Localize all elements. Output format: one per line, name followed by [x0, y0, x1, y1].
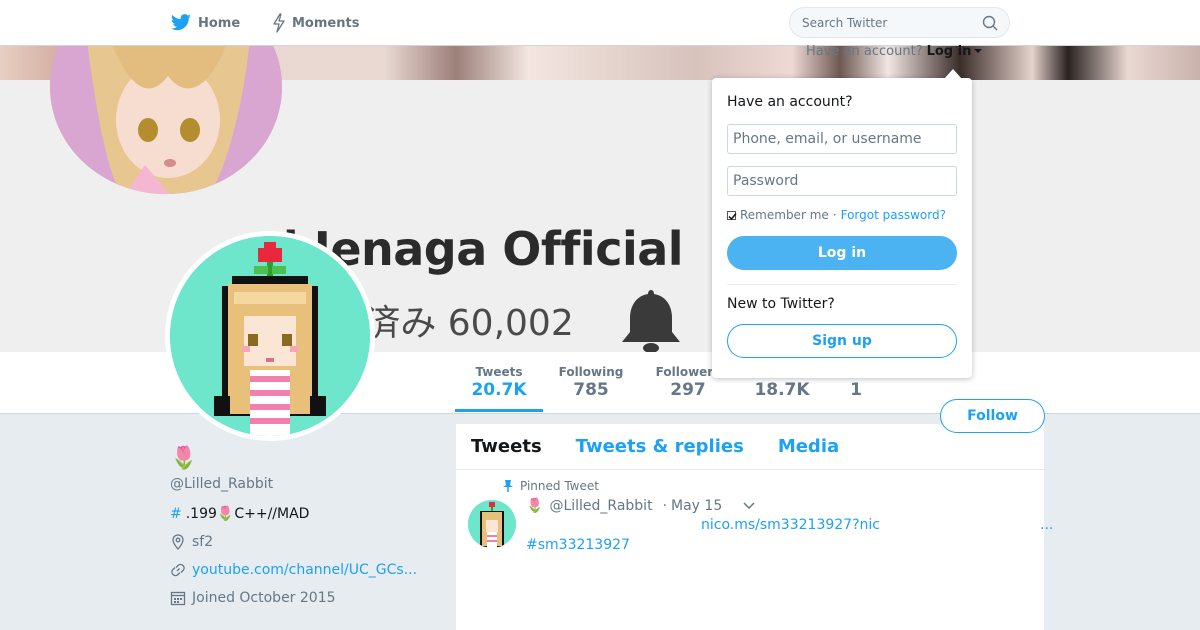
- login-toggle-prefix: Have an account?: [806, 44, 923, 59]
- tweet-separator: ·: [662, 498, 668, 514]
- profile-url-link[interactable]: youtube.com/channel/UC_GCs...: [192, 562, 417, 578]
- avatar-pixel-art: [170, 236, 370, 436]
- bell-icon: [622, 290, 680, 352]
- search-box: [789, 7, 1010, 38]
- tweet-author-handle[interactable]: @Lilled_Rabbit: [549, 498, 652, 514]
- login-toggle-label: Log in: [926, 44, 972, 59]
- nav-home[interactable]: Home: [170, 0, 240, 46]
- login-question: Have an account?: [727, 94, 853, 110]
- bio-text: .199🌷C++//MAD: [185, 506, 310, 522]
- profile-avatar[interactable]: [165, 231, 375, 441]
- banner-character-art: [50, 46, 282, 194]
- tweet-link-ellipsis[interactable]: ...: [1040, 517, 1053, 533]
- stat-value: 20.7K: [471, 380, 527, 400]
- stat-label: Tweets: [475, 365, 523, 379]
- tweet-author-emoji: 🌷: [526, 498, 544, 514]
- remember-row: Remember me · Forgot password?: [727, 208, 946, 222]
- tab-tweets[interactable]: Tweets: [471, 436, 542, 457]
- bio-hashtag-symbol[interactable]: #: [170, 506, 182, 522]
- nav-moments[interactable]: Moments: [272, 0, 359, 46]
- username-field[interactable]: [727, 124, 957, 154]
- twitter-bird-icon: [171, 14, 191, 31]
- location-text: sf2: [192, 534, 214, 550]
- signup-button[interactable]: Sign up: [727, 324, 957, 358]
- login-panel: Have an account? Remember me · Forgot pa…: [712, 78, 972, 378]
- tweet-link[interactable]: nico.ms/sm33213927?nic: [701, 517, 880, 533]
- checkmark-icon: [728, 212, 737, 220]
- screen-name[interactable]: @Lilled_Rabbit: [170, 476, 440, 492]
- follow-button[interactable]: Follow: [940, 399, 1045, 433]
- login-panel-caret: [944, 69, 962, 79]
- profile-bio: # .199🌷C++//MAD: [170, 506, 440, 522]
- stat-tweets[interactable]: Tweets 20.7K: [455, 352, 543, 412]
- pin-icon: [503, 480, 513, 492]
- chevron-down-icon[interactable]: [742, 501, 756, 511]
- remember-separator: ·: [832, 208, 837, 222]
- tab-media[interactable]: Media: [778, 436, 839, 457]
- new-to-twitter-label: New to Twitter?: [727, 296, 835, 312]
- timeline: Tweets Tweets & replies Media Pinned Twe…: [456, 424, 1053, 630]
- panel-divider: [727, 284, 957, 285]
- nav-home-label: Home: [198, 15, 241, 31]
- joined-text: Joined October 2015: [192, 590, 336, 606]
- top-navigation: Home Moments: [0, 0, 1200, 46]
- profile-name-emoji: 🌷: [170, 446, 198, 471]
- stat-value: 785: [573, 380, 609, 400]
- tab-tweets-and-replies[interactable]: Tweets & replies: [576, 436, 744, 457]
- login-dropdown-toggle[interactable]: Have an account? Log in: [806, 44, 983, 59]
- tweet-avatar[interactable]: [468, 500, 516, 548]
- caret-down-icon: [974, 49, 983, 53]
- forgot-password-link[interactable]: Forgot password?: [841, 208, 946, 222]
- password-field[interactable]: [727, 166, 957, 196]
- profile-joined: Joined October 2015: [170, 590, 440, 606]
- tweet-header: 🌷 @Lilled_Rabbit · May 15: [526, 498, 756, 514]
- profile-card: 🌷 @Lilled_Rabbit # .199🌷C++//MAD sf2 yout…: [170, 446, 440, 606]
- tweet-hashtag[interactable]: #sm33213927: [526, 537, 630, 553]
- stat-value: 1: [850, 380, 862, 400]
- search-icon[interactable]: [982, 15, 998, 31]
- remember-label: Remember me: [740, 208, 829, 222]
- login-button[interactable]: Log in: [727, 236, 957, 270]
- remember-checkbox[interactable]: [727, 210, 737, 220]
- lightning-icon: [273, 13, 285, 33]
- search-input[interactable]: [802, 15, 972, 30]
- link-icon: [171, 563, 185, 577]
- calendar-icon: [170, 591, 186, 606]
- nav-moments-label: Moments: [292, 15, 360, 31]
- profile-url: youtube.com/channel/UC_GCs...: [170, 562, 440, 578]
- stat-value: 18.7K: [754, 380, 810, 400]
- profile-location: sf2: [170, 534, 440, 550]
- pinned-tweet-label: Pinned Tweet: [502, 479, 599, 493]
- stat-value: 297: [670, 380, 706, 400]
- stat-following[interactable]: Following 785: [553, 352, 629, 412]
- tweet-date[interactable]: May 15: [671, 498, 722, 514]
- stat-label: Following: [558, 365, 624, 379]
- pinned-label-text: Pinned Tweet: [520, 479, 599, 493]
- location-pin-icon: [172, 534, 184, 550]
